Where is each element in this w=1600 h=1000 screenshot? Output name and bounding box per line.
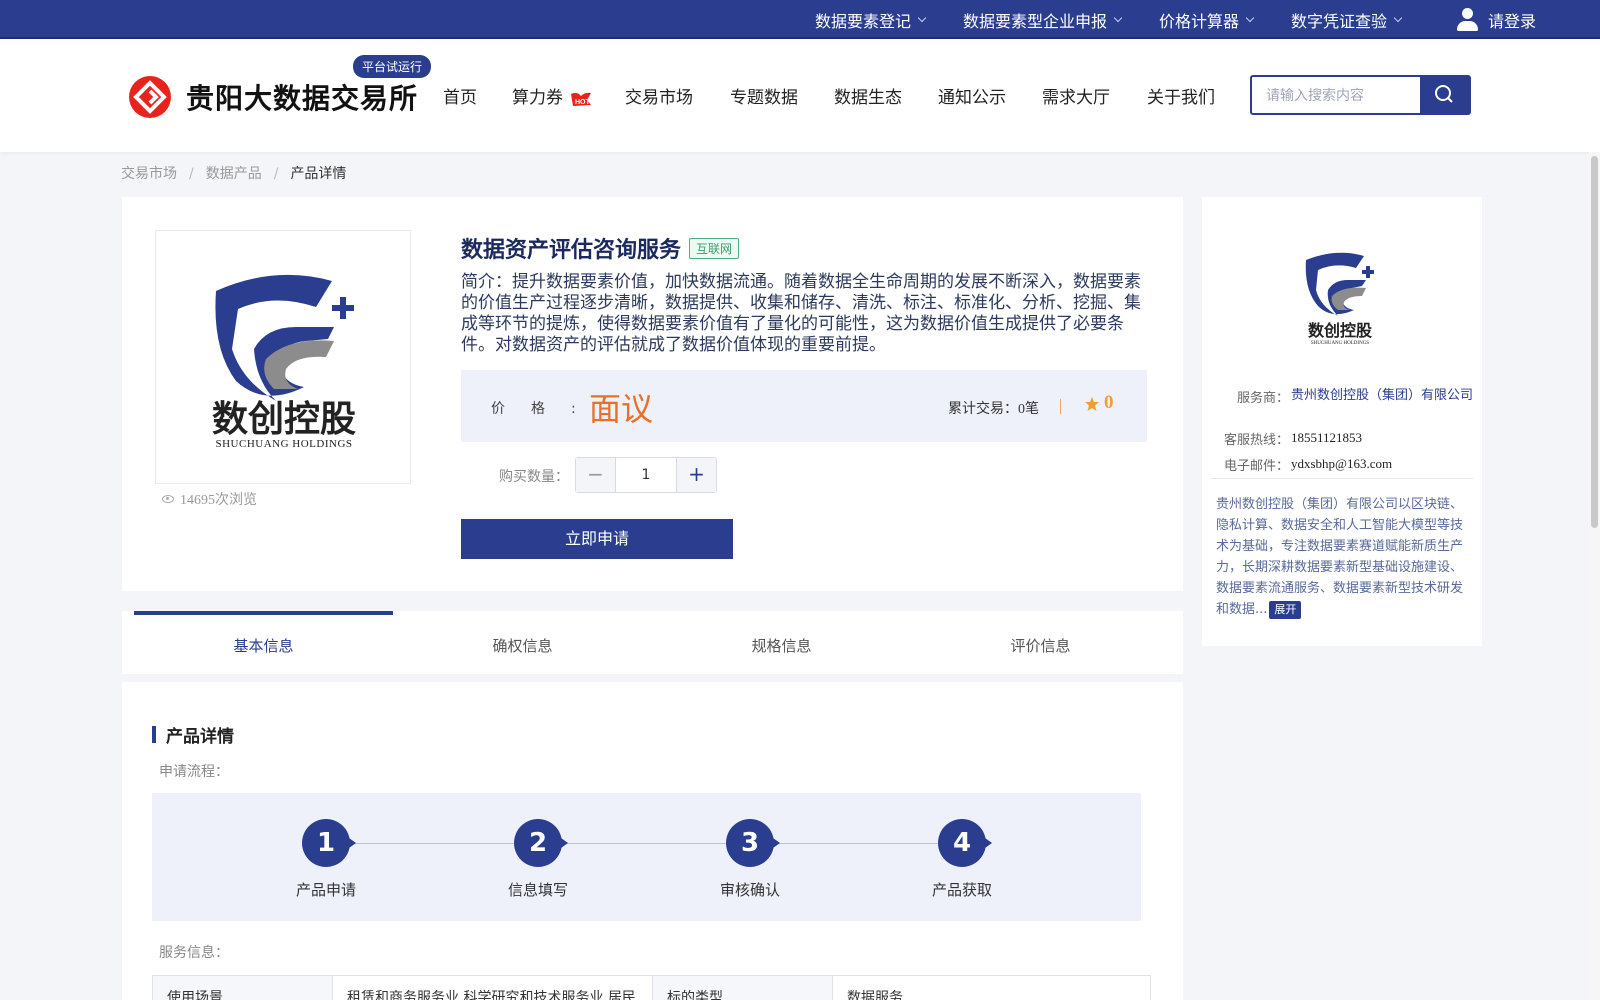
top-utility-bar: 数据要素登记 数据要素型企业申报 价格计算器 数字凭证查验 请登录 xyxy=(0,0,1600,39)
table-cell-value: 租赁和商务服务业,科学研究和技术服务业,居民 xyxy=(333,976,653,1000)
hotline-value: 18551121853 xyxy=(1291,430,1363,445)
section-title: 产品详情 xyxy=(166,727,234,747)
table-cell-value: 数据服务 xyxy=(847,990,903,1000)
trial-badge: 平台试运行 xyxy=(353,55,432,78)
divider xyxy=(1060,399,1061,414)
flow-step-2: 2 信息填写 xyxy=(478,819,598,900)
product-description: 简介：提升数据要素价值，加快数据流通。随着数据全生命周期的发展不断深入，数据要素… xyxy=(461,272,1141,354)
quantity-input[interactable]: 1 xyxy=(616,458,676,492)
view-count: 14695次浏览 xyxy=(162,489,257,509)
table-cell-key: 使用场景 xyxy=(153,976,333,1000)
search-box xyxy=(1250,75,1471,115)
provider-description: 贵州数创控股（集团）有限公司以区块链、隐私计算、数据安全和人工智能大模型等技术为… xyxy=(1216,497,1464,619)
breadcrumb: 交易市场 / 数据产品 / 产品详情 xyxy=(121,166,347,182)
provider-logo-icon: 数创控股 SHUCHUANG HOLDINGS xyxy=(1305,252,1374,346)
table-cell-key: 标的类型 xyxy=(653,976,833,1000)
service-info-table: 使用场景 租赁和商务服务业,科学研究和技术服务业,居民 标的类型 数据服务 xyxy=(152,975,1151,1000)
trade-count: 累计交易：0笔 xyxy=(948,402,1039,417)
product-image: 数创控股 SHUCHUANG HOLDINGS xyxy=(155,230,411,484)
svg-text:数创控股: 数创控股 xyxy=(1308,321,1373,340)
chevron-down-icon xyxy=(1113,13,1123,22)
rating-value: 0 xyxy=(1104,392,1114,413)
breadcrumb-products[interactable]: 数据产品 xyxy=(206,166,262,182)
star-icon xyxy=(1085,397,1099,411)
eye-icon xyxy=(162,495,174,503)
tab-review-info[interactable]: 评价信息 xyxy=(911,611,1170,674)
nav-market[interactable]: 交易市场 xyxy=(625,83,693,108)
nav-notices[interactable]: 通知公示 xyxy=(938,83,1006,108)
svg-text:SHUCHUANG HOLDINGS: SHUCHUANG HOLDINGS xyxy=(1311,341,1369,346)
tab-spec-info[interactable]: 规格信息 xyxy=(652,611,911,674)
email-key: 电子邮件： xyxy=(1224,459,1290,474)
main-header: 贵阳大数据交易所 平台试运行 首页 算力券 HOT 交易市场 专题数据 数据生态… xyxy=(0,39,1600,152)
nav-home[interactable]: 首页 xyxy=(443,83,477,108)
chevron-down-icon xyxy=(1393,13,1403,22)
breadcrumb-market[interactable]: 交易市场 xyxy=(121,166,177,182)
hot-badge-icon: HOT xyxy=(571,92,591,106)
topbar-item-certificate-check[interactable]: 数字凭证查验 xyxy=(1291,0,1403,39)
topbar-item-enterprise-report[interactable]: 数据要素型企业申报 xyxy=(963,0,1123,39)
login-link[interactable]: 请登录 xyxy=(1456,0,1536,39)
tab-rights-info[interactable]: 确权信息 xyxy=(393,611,652,674)
quantity-label: 购买数量： xyxy=(499,469,569,485)
search-input[interactable] xyxy=(1252,77,1420,113)
shuchuang-logo-icon: 数创控股 SHUCHUANG HOLDINGS xyxy=(212,274,356,450)
provider-key: 服务商： xyxy=(1237,391,1290,406)
nav-compute-voucher[interactable]: 算力券 xyxy=(512,83,563,108)
svg-text:SHUCHUANG HOLDINGS: SHUCHUANG HOLDINGS xyxy=(215,438,352,450)
tab-basic-info[interactable]: 基本信息 xyxy=(134,611,393,674)
product-title: 数据资产评估咨询服务 xyxy=(461,237,682,263)
detail-tabs: 基本信息 确权信息 规格信息 评价信息 xyxy=(122,611,1183,674)
topbar-item-price-calculator[interactable]: 价格计算器 xyxy=(1159,0,1255,39)
search-icon xyxy=(1435,85,1453,103)
svg-text:HOT: HOT xyxy=(575,99,591,106)
flow-connector xyxy=(330,843,960,844)
flow-step-4: 4 产品获取 xyxy=(902,819,1022,900)
apply-now-button[interactable]: 立即申请 xyxy=(461,519,733,559)
flow-step-3: 3 审核确认 xyxy=(690,819,810,900)
provider-name-link[interactable]: 贵州数创控股（集团）有限公司 xyxy=(1291,388,1473,404)
expand-button[interactable]: 展开 xyxy=(1269,601,1302,619)
nav-ecosystem[interactable]: 数据生态 xyxy=(834,83,902,108)
breadcrumb-current: 产品详情 xyxy=(290,166,347,182)
chevron-down-icon xyxy=(1245,13,1255,22)
flow-step-1: 1 产品申请 xyxy=(266,819,386,900)
hotline-key: 客服热线： xyxy=(1224,433,1290,448)
topbar-item-data-registration[interactable]: 数据要素登记 xyxy=(815,0,927,39)
nav-about[interactable]: 关于我们 xyxy=(1147,83,1215,108)
price-label: 价格: xyxy=(491,401,602,417)
price-panel: 价格: 面议 累计交易：0笔 0 xyxy=(461,370,1147,442)
email-value: ydxsbhp@163.com xyxy=(1291,456,1393,471)
application-flow: 1 产品申请 2 信息填写 3 审核确认 4 产品获取 xyxy=(152,793,1141,921)
chevron-down-icon xyxy=(917,13,927,22)
search-button[interactable] xyxy=(1420,77,1469,113)
divider xyxy=(1211,478,1473,479)
section-marker xyxy=(152,726,156,743)
brand-name[interactable]: 贵阳大数据交易所 xyxy=(186,77,418,117)
nav-topic-data[interactable]: 专题数据 xyxy=(730,83,798,108)
user-icon xyxy=(1456,7,1478,32)
exchange-logo-icon[interactable] xyxy=(128,75,172,119)
page-scrollbar[interactable] xyxy=(1589,152,1600,1000)
svg-text:数创控股: 数创控股 xyxy=(212,399,356,440)
price-value: 面议 xyxy=(589,390,654,428)
quantity-stepper: − 1 + xyxy=(575,457,717,493)
quantity-decrease-button[interactable]: − xyxy=(576,458,616,492)
flow-label: 申请流程： xyxy=(159,764,229,780)
service-info-label: 服务信息： xyxy=(159,945,229,961)
industry-tag: 互联网 xyxy=(689,238,740,259)
nav-demand-hall[interactable]: 需求大厅 xyxy=(1042,83,1110,108)
scrollbar-thumb[interactable] xyxy=(1591,156,1598,528)
quantity-increase-button[interactable]: + xyxy=(676,458,716,492)
